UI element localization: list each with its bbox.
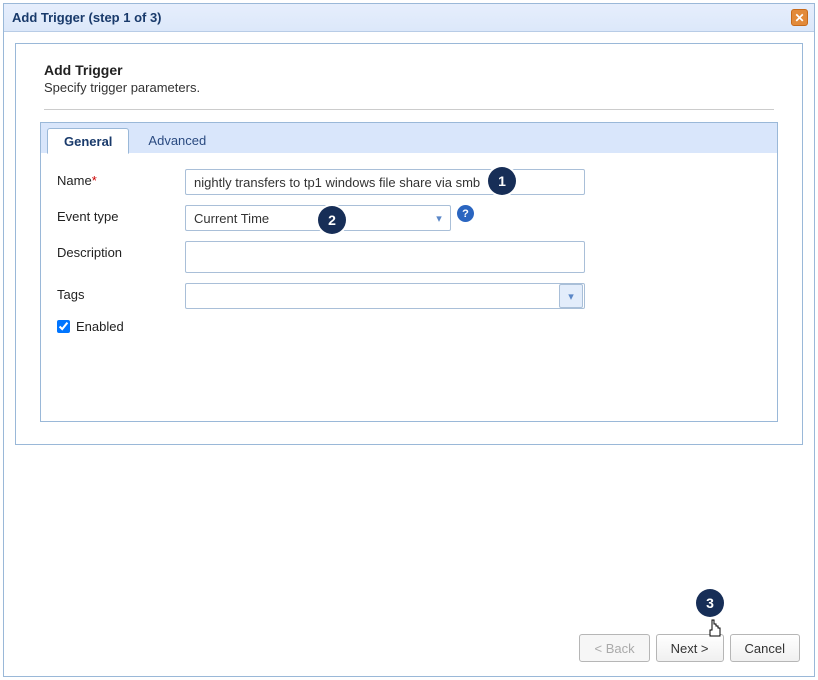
- dialog-body: Add Trigger Specify trigger parameters. …: [15, 43, 803, 445]
- event-type-label: Event type: [57, 205, 185, 224]
- page-subtitle: Specify trigger parameters.: [44, 80, 774, 95]
- button-bar: < Back Next > Cancel: [579, 634, 800, 662]
- tags-select[interactable]: ▾: [185, 283, 585, 309]
- required-marker: *: [92, 173, 97, 188]
- row-enabled: Enabled: [57, 319, 761, 334]
- form-area: Name* Event type Current Time ▾ ? Descri…: [41, 153, 777, 350]
- dialog-title: Add Trigger (step 1 of 3): [12, 10, 162, 25]
- tab-advanced[interactable]: Advanced: [131, 127, 223, 153]
- name-input[interactable]: [185, 169, 585, 195]
- divider: [44, 109, 774, 110]
- next-button[interactable]: Next >: [656, 634, 724, 662]
- tab-strip: General Advanced: [41, 123, 777, 153]
- row-tags: Tags ▾: [57, 283, 761, 309]
- name-label: Name*: [57, 169, 185, 188]
- back-button: < Back: [579, 634, 649, 662]
- chevron-down-icon[interactable]: ▾: [559, 284, 583, 308]
- row-description: Description: [57, 241, 761, 273]
- event-type-value: Current Time: [186, 211, 428, 226]
- help-icon[interactable]: ?: [457, 205, 474, 222]
- row-event-type: Event type Current Time ▾ ?: [57, 205, 761, 231]
- enabled-checkbox[interactable]: [57, 320, 70, 333]
- header-block: Add Trigger Specify trigger parameters.: [16, 44, 802, 105]
- tab-panel: General Advanced Name* Event type Curren…: [40, 122, 778, 422]
- description-label: Description: [57, 241, 185, 260]
- callout-badge: 3: [696, 589, 724, 617]
- cancel-button[interactable]: Cancel: [730, 634, 800, 662]
- dialog-window: Add Trigger (step 1 of 3) ✕ Add Trigger …: [3, 3, 815, 677]
- page-title: Add Trigger: [44, 62, 774, 78]
- chevron-down-icon[interactable]: ▾: [428, 206, 450, 230]
- description-input[interactable]: [185, 241, 585, 273]
- callout-badge: 2: [318, 206, 346, 234]
- titlebar: Add Trigger (step 1 of 3) ✕: [4, 4, 814, 32]
- row-name: Name*: [57, 169, 761, 195]
- enabled-label[interactable]: Enabled: [76, 319, 124, 334]
- close-icon[interactable]: ✕: [791, 9, 808, 26]
- tags-label: Tags: [57, 283, 185, 302]
- tab-general[interactable]: General: [47, 128, 129, 154]
- callout-badge: 1: [488, 167, 516, 195]
